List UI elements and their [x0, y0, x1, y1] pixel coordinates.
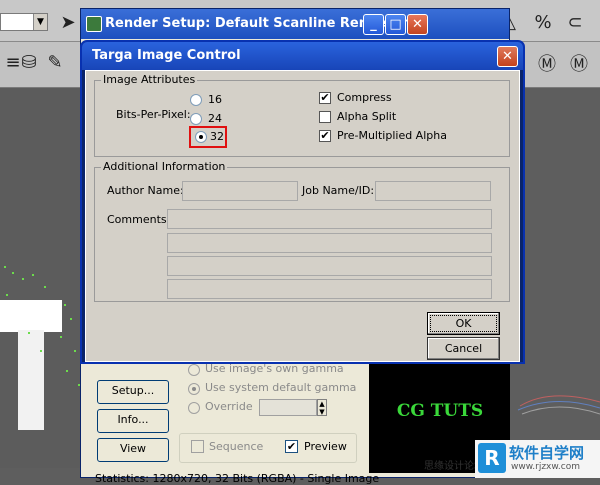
compress-checkbox[interactable]: ✔: [319, 92, 331, 104]
targa-client-area: Image Attributes Bits-Per-Pixel: 16 24 3…: [85, 70, 520, 362]
particle-dot: [12, 272, 14, 274]
render-material-icon[interactable]: Ⓜ: [566, 52, 592, 78]
particle-dot: [70, 318, 72, 320]
statistics-text: Statistics: 1280x720, 32 Bits (RGBA) - S…: [95, 472, 380, 485]
highlight-box: [189, 126, 227, 148]
bpp-24-radio[interactable]: [190, 113, 202, 125]
comments-line-3[interactable]: [167, 256, 492, 276]
particle-dot: [32, 274, 34, 276]
comments-line-4[interactable]: [167, 279, 492, 299]
selection-filter-dropdown[interactable]: ▼: [0, 13, 48, 31]
author-name-label: Author Name:: [107, 184, 184, 197]
additional-information-title: Additional Information: [101, 160, 228, 173]
logo-url: www.rjzxw.com: [511, 462, 580, 472]
gamma-system-label: Use system default gamma: [205, 381, 357, 394]
info-button[interactable]: Info...: [97, 409, 169, 433]
gamma-own-radio[interactable]: [188, 364, 200, 376]
select-arrow-icon[interactable]: ➤: [55, 10, 81, 36]
logo-icon: R: [478, 443, 506, 473]
view-button[interactable]: View: [97, 438, 169, 462]
gamma-override-label: Override: [205, 400, 253, 413]
targa-titlebar[interactable]: Targa Image Control: [82, 42, 523, 70]
render-setup-titlebar[interactable]: Render Setup: Default Scanline Renderer: [81, 9, 509, 39]
gamma-spinner[interactable]: ▲ ▼: [317, 399, 327, 416]
database-icon[interactable]: ⛁: [16, 50, 42, 76]
logo-text: 软件自学网: [509, 444, 585, 462]
minimize-icon[interactable]: _: [363, 14, 384, 35]
ok-button[interactable]: OK: [427, 312, 500, 335]
dialog-title: Targa Image Control: [92, 48, 241, 63]
preview-checkbox[interactable]: ✔: [285, 440, 298, 453]
gamma-override-radio[interactable]: [188, 402, 200, 414]
percent-snap-icon[interactable]: %: [530, 10, 556, 36]
particle-dot: [4, 266, 6, 268]
spinner-snap-icon[interactable]: ⊂: [562, 10, 588, 36]
preview-label: Preview: [304, 440, 347, 453]
setup-button[interactable]: Setup...: [97, 380, 169, 404]
comments-line-2[interactable]: [167, 233, 492, 253]
job-name-field[interactable]: [375, 181, 491, 201]
pre-multiplied-alpha-checkbox[interactable]: ✔: [319, 130, 331, 142]
comments-label: Comments:: [107, 213, 171, 226]
preview-text: CG TUTS: [396, 401, 484, 421]
maximize-icon[interactable]: □: [385, 14, 406, 35]
bpp-24-label: 24: [208, 112, 222, 125]
particle-dot: [60, 336, 62, 338]
sequence-checkbox[interactable]: [191, 440, 204, 453]
material-editor-icon[interactable]: Ⓜ: [534, 52, 560, 78]
site-logo: R 软件自学网 www.rjzxw.com: [475, 440, 600, 478]
job-name-label: Job Name/ID:: [302, 184, 375, 197]
bpp-16-radio[interactable]: [190, 94, 202, 106]
chevron-down-icon[interactable]: ▼: [33, 14, 47, 30]
targa-image-control-dialog: Targa Image Control ✕ Image Attributes B…: [80, 40, 525, 364]
cancel-button[interactable]: Cancel: [427, 337, 500, 360]
pre-multiplied-alpha-label: Pre-Multiplied Alpha: [337, 129, 447, 142]
particle-dot: [6, 294, 8, 296]
particle-dot: [66, 370, 68, 372]
alpha-split-label: Alpha Split: [337, 110, 397, 123]
gamma-override-field[interactable]: [259, 399, 317, 416]
app-icon: [86, 16, 102, 32]
comments-line-1[interactable]: [167, 209, 492, 229]
gamma-system-radio[interactable]: [188, 383, 200, 395]
scene-letter-shape: [0, 300, 62, 430]
sequence-label: Sequence: [209, 440, 264, 453]
particle-dot: [64, 304, 66, 306]
image-attributes-title: Image Attributes: [101, 73, 198, 86]
close-icon[interactable]: ✕: [497, 46, 518, 67]
particle-dot: [44, 286, 46, 288]
particle-dot: [28, 332, 30, 334]
tool-icon[interactable]: ✎: [42, 50, 68, 76]
particle-dot: [74, 350, 76, 352]
close-icon[interactable]: ✕: [407, 14, 428, 35]
bpp-label: Bits-Per-Pixel:: [116, 108, 191, 121]
alpha-split-checkbox[interactable]: [319, 111, 331, 123]
viewport[interactable]: [0, 88, 90, 468]
particle-dot: [40, 350, 42, 352]
author-name-field[interactable]: [182, 181, 298, 201]
bpp-16-label: 16: [208, 93, 222, 106]
compress-label: Compress: [337, 91, 392, 104]
particle-dot: [22, 278, 24, 280]
